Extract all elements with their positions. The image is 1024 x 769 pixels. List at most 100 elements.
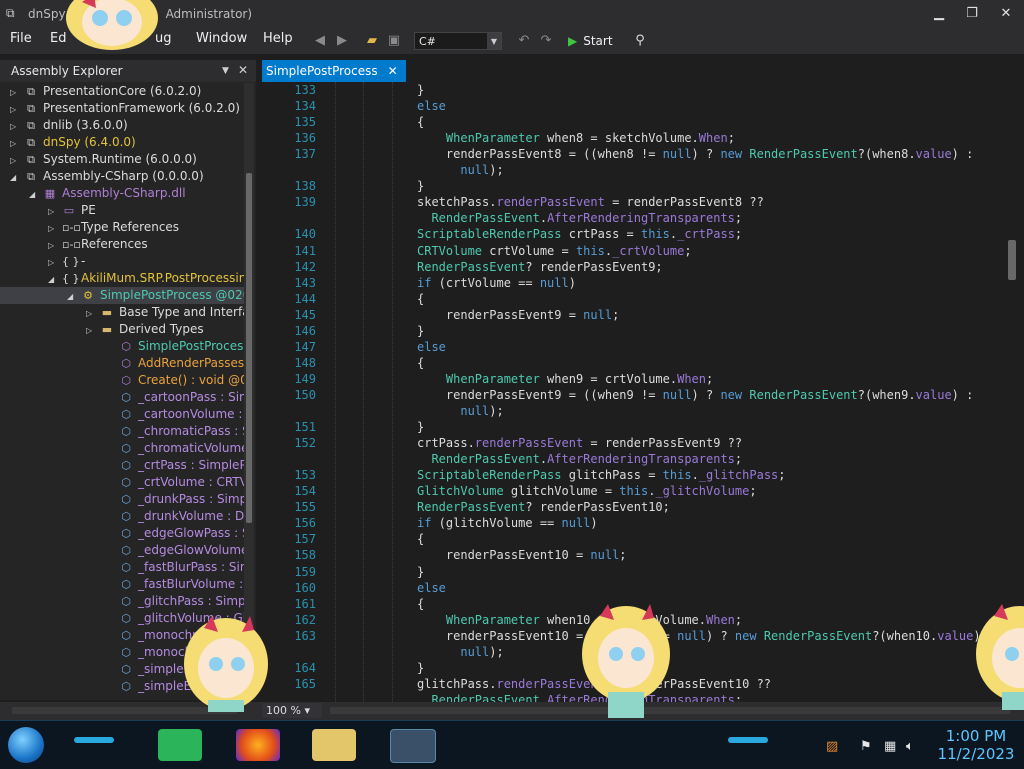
close-tab-icon[interactable]: ✕ [388, 64, 398, 78]
taskbar-app-dnspy[interactable] [390, 729, 436, 763]
tree-node[interactable]: ▷ ⧉ dnSpy (6.4.0.0) [10, 134, 136, 151]
code-line[interactable]: renderPassEvent8 = ((when8 != null) ? ne… [417, 147, 973, 161]
code-line[interactable]: } [417, 324, 424, 338]
code-line[interactable]: } [417, 661, 424, 675]
language-select[interactable]: C# ▼ [414, 32, 502, 50]
tree-node[interactable]: ▷ ▬ Base Type and Interfac [86, 304, 244, 321]
tree-node[interactable]: ⬡ Create() : void @06000 [105, 372, 244, 389]
app-tray-icon[interactable]: ▨ [826, 739, 838, 754]
explorer-scroll-thumb[interactable] [246, 173, 252, 523]
tree-node[interactable]: ⬡ SimplePostProcess() : v [105, 338, 244, 355]
code-line[interactable]: GlitchVolume glitchVolume = this._glitch… [417, 484, 757, 498]
code-line[interactable]: else [417, 581, 446, 595]
taskbar-clock[interactable]: 1:00 PM 11/2/2023 [936, 727, 1016, 763]
code-line[interactable]: WhenParameter when8 = sketchVolume.When; [417, 131, 735, 145]
code-line[interactable]: renderPassEvent10 = null; [417, 548, 627, 562]
tree-node[interactable]: ⬡ AddRenderPasses(Scrip [105, 355, 244, 372]
search-icon[interactable]: ⚲ [632, 33, 648, 49]
save-icon[interactable]: ▣ [386, 33, 402, 49]
code-line[interactable]: } [417, 179, 424, 193]
taskbar-app-firefox[interactable] [236, 729, 280, 761]
tree-node[interactable]: ⬡ _chromaticPass : Simp [105, 423, 244, 440]
expand-arrow-icon[interactable]: ▷ [10, 101, 20, 118]
code-line[interactable]: RenderPassEvent.AfterRenderingTransparen… [417, 452, 742, 466]
code-line[interactable]: { [417, 356, 424, 370]
code-line[interactable]: { [417, 292, 424, 306]
tree-node[interactable]: ⬡ _drunkVolume : Drunk [105, 508, 244, 525]
start-button[interactable]: ▶ Start [568, 32, 613, 50]
tree-node[interactable]: ⬡ _cartoonPass : SimpleP [105, 389, 244, 406]
tree-node[interactable]: ⬡ _crtVolume : CRTVolun [105, 474, 244, 491]
collapse-arrow-icon[interactable]: ◢ [10, 169, 20, 186]
code-line[interactable]: CRTVolume crtVolume = this._crtVolume; [417, 244, 692, 258]
expand-arrow-icon[interactable]: ▷ [10, 84, 20, 101]
tree-node[interactable]: ⬡ _glitchPass : SimplePo [105, 593, 244, 610]
code-line[interactable]: sketchPass.renderPassEvent = renderPassE… [417, 195, 764, 209]
tree-node[interactable]: ◢ { } AkiliMum.SRP.PostProcessing [48, 270, 244, 287]
expand-arrow-icon[interactable]: ▷ [10, 152, 20, 169]
code-line[interactable]: if (glitchVolume == null) [417, 516, 598, 530]
back-icon[interactable]: ◀ [312, 33, 328, 49]
code-line[interactable]: crtPass.renderPassEvent = renderPassEven… [417, 436, 742, 450]
tab-simplepostprocess[interactable]: SimplePostProcess ✕ [262, 60, 406, 82]
code-line[interactable]: null); [417, 404, 503, 418]
menu-window[interactable]: Window [196, 31, 247, 46]
code-line[interactable]: renderPassEvent9 = null; [417, 308, 619, 322]
code-line[interactable]: RenderPassEvent? renderPassEvent9; [417, 260, 663, 274]
tree-node[interactable]: ⬡ _crtPass : SimplePostP [105, 457, 244, 474]
code-line[interactable]: RenderPassEvent.AfterRenderingTransparen… [417, 211, 742, 225]
code-line[interactable]: WhenParameter when9 = crtVolume.When; [417, 372, 713, 386]
minimize-button[interactable]: ▁ [925, 4, 953, 24]
tree-node[interactable]: ⬡ _drunkPass : SimplePo [105, 491, 244, 508]
tree-node[interactable]: ▷ { } - [48, 253, 85, 270]
close-icon[interactable]: ✕ [238, 63, 248, 77]
tree-node[interactable]: ▷ ▫-▫References [48, 236, 148, 253]
collapse-arrow-icon[interactable]: ◢ [29, 186, 39, 203]
tree-node[interactable]: ⬡ _edgeGlowVolume : Ec [105, 542, 244, 559]
undo-icon[interactable]: ↶ [516, 33, 532, 49]
open-folder-icon[interactable]: ▰ [364, 33, 380, 49]
expand-arrow-icon[interactable]: ▷ [10, 135, 20, 152]
tree-node[interactable]: ▷ ⧉ PresentationFramework (6.0.2.0) [10, 100, 240, 117]
code-line[interactable]: null); [417, 163, 503, 177]
redo-icon[interactable]: ↷ [538, 33, 554, 49]
start-orb[interactable] [8, 727, 44, 763]
editor-scroll-thumb[interactable] [1008, 240, 1016, 280]
code-line[interactable]: if (crtVolume == null) [417, 276, 576, 290]
tree-node[interactable]: ▷ ⧉ PresentationCore (6.0.2.0) [10, 83, 201, 100]
chevron-down-icon[interactable]: ▼ [222, 66, 229, 76]
maximize-button[interactable]: ❐ [958, 4, 986, 24]
collapse-arrow-icon[interactable]: ◢ [48, 271, 58, 288]
expand-arrow-icon[interactable]: ▷ [10, 118, 20, 135]
flag-icon[interactable]: ⚑ [860, 739, 872, 754]
code-line[interactable]: } [417, 565, 424, 579]
expand-arrow-icon[interactable]: ▷ [86, 305, 96, 322]
expand-arrow-icon[interactable]: ▷ [48, 220, 58, 237]
explorer-scrollbar[interactable] [244, 83, 254, 700]
collapse-arrow-icon[interactable]: ◢ [67, 288, 77, 305]
expand-arrow-icon[interactable]: ▷ [48, 237, 58, 254]
forward-icon[interactable]: ▶ [334, 33, 350, 49]
code-line[interactable]: { [417, 115, 424, 129]
menu-help[interactable]: Help [263, 31, 293, 46]
tree-node[interactable]: ▷ ⧉ System.Runtime (6.0.0.0) [10, 151, 197, 168]
expand-arrow-icon[interactable]: ▷ [86, 322, 96, 339]
code-line[interactable]: else [417, 99, 446, 113]
code-line[interactable]: { [417, 597, 424, 611]
expand-arrow-icon[interactable]: ▷ [48, 254, 58, 271]
taskbar-app-chat[interactable] [158, 729, 202, 761]
taskbar-app-explorer[interactable] [312, 729, 356, 761]
tree-node[interactable]: ▷ ▫-▫Type References [48, 219, 179, 236]
tree-node[interactable]: ▷ ▬ Derived Types [86, 321, 204, 338]
menu-file[interactable]: File [10, 31, 32, 46]
network-icon[interactable]: ▦ [884, 739, 896, 754]
code-line[interactable]: ScriptableRenderPass crtPass = this._crt… [417, 227, 742, 241]
volume-icon[interactable]: 🔈︎ [906, 739, 914, 754]
tree-node[interactable]: ⬡ _chromaticVolume : C [105, 440, 244, 457]
code-line[interactable]: else [417, 340, 446, 354]
code-line[interactable]: { [417, 532, 424, 546]
code-line[interactable]: ScriptableRenderPass glitchPass = this._… [417, 468, 786, 482]
code-line[interactable]: renderPassEvent10 = ((when10 != null) ? … [417, 629, 995, 643]
code-line[interactable]: } [417, 83, 424, 97]
tree-node[interactable]: ▷ ▭ PE [48, 202, 96, 219]
